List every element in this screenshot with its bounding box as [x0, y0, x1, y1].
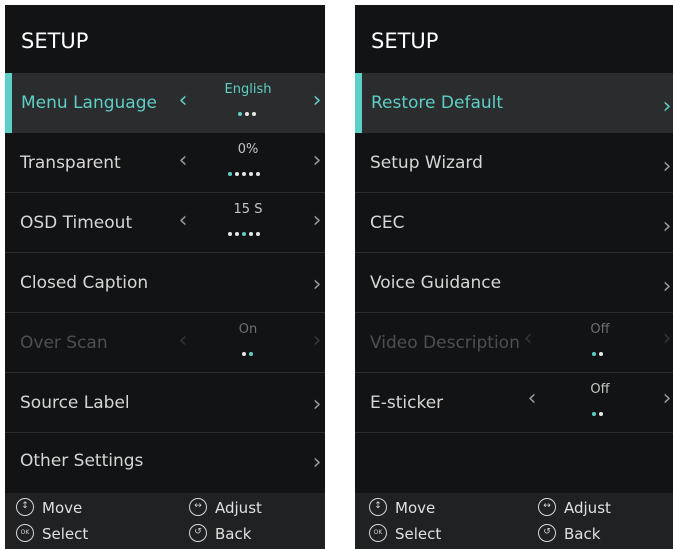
option-dot [249, 172, 253, 176]
menu-item-video-description: Video Description ‹ Off › [355, 313, 673, 373]
chevron-right-icon[interactable]: › [658, 275, 673, 299]
menu-item-label: Transparent [20, 153, 121, 173]
hint-back-label: Back [564, 525, 601, 543]
menu-item-value: Off [590, 382, 610, 397]
chevron-right-icon[interactable]: › [658, 387, 673, 411]
option-dot [599, 352, 603, 356]
menu-item-label: OSD Timeout [20, 213, 133, 233]
chevron-left-icon[interactable]: ‹ [174, 209, 192, 233]
menu-item-voice-guidance[interactable]: Voice Guidance › [355, 253, 673, 313]
setup-menu-left: SETUP Menu Language ‹ English › Transpar… [5, 5, 325, 549]
hint-select-label: Select [395, 525, 442, 543]
option-dot [252, 112, 256, 116]
chevron-left-icon[interactable]: ‹ [523, 387, 541, 411]
chevron-right-icon[interactable]: › [308, 451, 325, 475]
hint-adjust-label: Adjust [215, 499, 262, 517]
chevron-right-icon[interactable]: › [658, 155, 673, 179]
option-dot [242, 232, 246, 236]
menu-item-setup-wizard[interactable]: Setup Wizard › [355, 133, 673, 193]
option-indicator-dots [592, 351, 603, 357]
menu-item-label: CEC [370, 213, 405, 233]
move-icon: ↕ [16, 498, 34, 516]
menu-title: SETUP [21, 29, 89, 53]
option-dot [592, 412, 596, 416]
menu-item-label: Closed Caption [20, 273, 149, 293]
menu-item-value: On [238, 322, 258, 337]
option-dot [228, 172, 232, 176]
option-indicator-dots [592, 411, 603, 417]
option-dot [599, 412, 603, 416]
move-icon: ↕ [369, 498, 387, 516]
menu-item-over-scan: Over Scan ‹ On › [5, 313, 325, 373]
menu-item-label: Source Label [20, 393, 130, 413]
option-dot [235, 232, 239, 236]
option-dot [228, 232, 232, 236]
option-dot [235, 172, 239, 176]
chevron-left-icon: ‹ [178, 328, 188, 353]
option-dot [592, 352, 596, 356]
menu-item-transparent[interactable]: Transparent ‹ 0% › [5, 133, 325, 193]
option-indicator-dots [228, 171, 260, 177]
menu-item-value: English [224, 82, 272, 97]
chevron-right-icon[interactable]: › [658, 95, 673, 119]
menu-item-closed-caption[interactable]: Closed Caption › [5, 253, 325, 313]
menu-item-label: Video Description [370, 333, 520, 353]
chevron-left-icon: ‹ [523, 326, 533, 351]
menu-item-menu-language[interactable]: Menu Language ‹ English › [5, 73, 325, 133]
option-indicator-dots [228, 231, 260, 237]
option-dot [242, 352, 246, 356]
menu-title: SETUP [371, 29, 439, 53]
option-dot [249, 232, 253, 236]
ok-icon: OK [369, 524, 387, 542]
chevron-right-icon: › [662, 326, 672, 351]
option-dot [249, 352, 253, 356]
ok-icon: OK [16, 524, 34, 542]
chevron-right-icon: › [312, 328, 322, 353]
chevron-right-icon[interactable]: › [308, 209, 325, 233]
hint-select-label: Select [42, 525, 89, 543]
chevron-right-icon[interactable]: › [308, 393, 325, 417]
chevron-right-icon[interactable]: › [308, 89, 325, 113]
menu-item-other-settings[interactable]: Other Settings › [5, 431, 325, 491]
chevron-left-icon[interactable]: ‹ [174, 89, 192, 113]
menu-item-source-label[interactable]: Source Label › [5, 373, 325, 433]
menu-item-label: Menu Language [21, 93, 157, 113]
option-indicator-dots [242, 351, 253, 357]
footer-hints: ↕ Move ↔ Adjust OK Select ↺ Back [355, 493, 673, 549]
adjust-icon: ↔ [538, 498, 556, 516]
hint-back-label: Back [215, 525, 252, 543]
hint-adjust-label: Adjust [564, 499, 611, 517]
option-dot [256, 232, 260, 236]
menu-item-cec[interactable]: CEC › [355, 193, 673, 253]
hint-move-label: Move [42, 499, 83, 517]
menu-item-label: Voice Guidance [370, 273, 502, 293]
setup-menu-right: SETUP Restore Default › Setup Wizard › C… [355, 5, 673, 549]
chevron-right-icon[interactable]: › [308, 149, 325, 173]
menu-item-label: Over Scan [20, 333, 108, 353]
option-dot [256, 172, 260, 176]
adjust-icon: ↔ [189, 498, 207, 516]
menu-item-label: Setup Wizard [370, 153, 483, 173]
menu-item-e-sticker[interactable]: E-sticker ‹ Off › [355, 373, 673, 433]
chevron-left-icon[interactable]: ‹ [174, 149, 192, 173]
menu-item-restore-default[interactable]: Restore Default › [355, 73, 673, 133]
menu-item-value: Off [590, 322, 610, 337]
menu-item-label: Restore Default [371, 93, 504, 113]
chevron-right-icon[interactable]: › [658, 215, 673, 239]
back-icon: ↺ [189, 524, 207, 542]
menu-item-value: 0% [237, 142, 259, 157]
hint-move-label: Move [395, 499, 436, 517]
menu-item-value: 15 S [233, 202, 263, 217]
option-dot [245, 112, 249, 116]
chevron-right-icon[interactable]: › [308, 273, 325, 297]
menu-item-label: E-sticker [370, 393, 444, 413]
option-dot [242, 172, 246, 176]
option-indicator-dots [238, 111, 256, 117]
menu-item-label: Other Settings [20, 451, 144, 471]
back-icon: ↺ [538, 524, 556, 542]
option-dot [238, 112, 242, 116]
menu-item-osd-timeout[interactable]: OSD Timeout ‹ 15 S › [5, 193, 325, 253]
footer-hints: ↕ Move ↔ Adjust OK Select ↺ Back [5, 493, 325, 549]
